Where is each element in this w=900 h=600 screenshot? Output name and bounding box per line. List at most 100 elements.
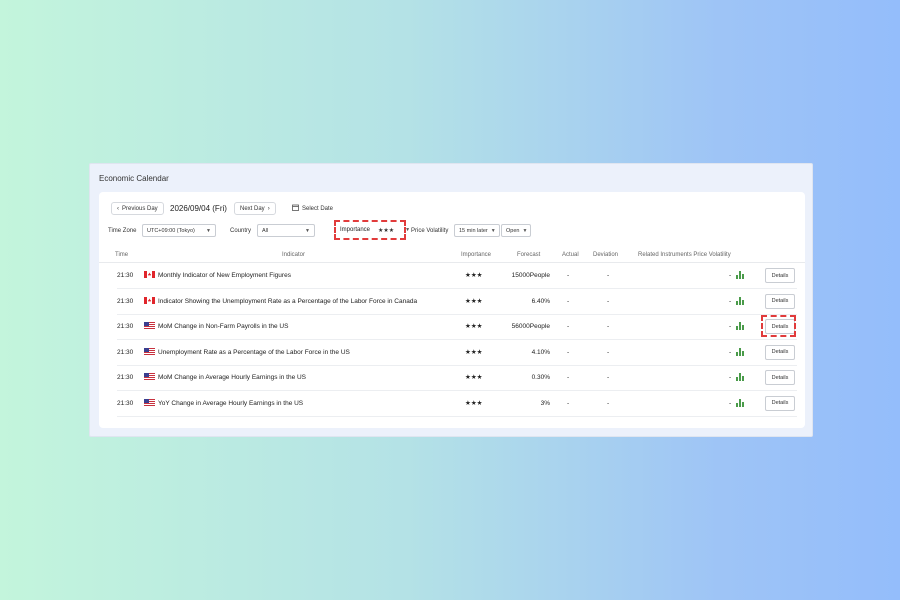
- header-time: Time: [115, 252, 129, 258]
- indicator-name[interactable]: MoM Change in Average Hourly Earnings in…: [158, 374, 306, 381]
- header-importance: Importance: [461, 252, 492, 258]
- header-related: Related Instruments Price Volatility: [638, 252, 731, 258]
- previous-day-button[interactable]: ‹ Previous Day: [111, 202, 164, 215]
- economic-calendar-panel: Economic Calendar ‹ Previous Day 2026/09…: [89, 163, 813, 437]
- header-indicator: Indicator: [282, 252, 306, 258]
- row-time: 21:30: [117, 272, 134, 279]
- details-highlight: [761, 315, 796, 337]
- row-deviation: -: [607, 323, 610, 330]
- header-deviation: Deviation: [593, 252, 619, 258]
- row-time: 21:30: [117, 374, 134, 381]
- bar-chart-icon[interactable]: [736, 270, 744, 279]
- country-label: Country: [230, 228, 252, 234]
- row-deviation: -: [607, 272, 610, 279]
- bar-chart-icon[interactable]: [736, 372, 744, 381]
- flag-us-icon: [144, 398, 155, 406]
- timezone-label: Time Zone: [108, 228, 137, 234]
- row-volatility: -: [729, 399, 732, 407]
- row-importance-stars: ★★★: [465, 297, 483, 305]
- details-button[interactable]: Details: [765, 395, 795, 411]
- details-button[interactable]: Details: [765, 293, 795, 309]
- row-volatility: -: [729, 348, 732, 356]
- indicator-name[interactable]: Indicator Showing the Unemployment Rate …: [158, 298, 417, 305]
- row-importance-stars: ★★★: [465, 348, 483, 356]
- row-actual: -: [567, 297, 570, 305]
- table-header: Time Indicator Importance Forecast Actua…: [99, 247, 805, 263]
- next-day-button[interactable]: Next Day ›: [234, 202, 276, 215]
- row-deviation: -: [607, 374, 610, 381]
- row-time: 21:30: [117, 348, 134, 356]
- row-forecast: 15000People: [511, 272, 550, 279]
- bar-chart-icon[interactable]: [736, 398, 744, 407]
- table-row: 21:30 YoY Change in Average Hourly Earni…: [117, 391, 797, 417]
- importance-filter[interactable]: Importance ★★★ ▼: [334, 220, 410, 240]
- row-volatility: -: [729, 374, 732, 381]
- volatility-label: Price Volatility: [411, 228, 449, 234]
- row-importance-stars: ★★★: [465, 399, 483, 407]
- calendar-card: ‹ Previous Day 2026/09/04 (Fri) Next Day…: [99, 192, 805, 428]
- table-row: 21:30 MoM Change in Average Hourly Earni…: [117, 365, 797, 391]
- row-forecast: 3%: [540, 399, 550, 407]
- table-row: 21:30 MoM Change in Non-Farm Payrolls in…: [117, 314, 797, 340]
- details-button[interactable]: Details: [765, 370, 795, 385]
- panel-title: Economic Calendar: [99, 174, 169, 183]
- row-indicator: MoM Change in Average Hourly Earnings in…: [144, 373, 306, 381]
- row-volatility: -: [729, 272, 732, 279]
- flag-us-icon: [144, 373, 155, 380]
- header-actual: Actual: [562, 252, 579, 258]
- row-forecast: 4.10%: [531, 348, 550, 356]
- bar-chart-icon[interactable]: [736, 347, 744, 356]
- flag-canada-icon: [144, 271, 155, 278]
- row-actual: -: [567, 374, 570, 381]
- indicator-name[interactable]: MoM Change in Non-Farm Payrolls in the U…: [158, 323, 288, 330]
- calendar-icon: [292, 204, 299, 213]
- indicator-name[interactable]: Monthly Indicator of New Employment Figu…: [158, 272, 291, 279]
- row-time: 21:30: [117, 297, 134, 305]
- row-importance-stars: ★★★: [465, 374, 483, 381]
- chevron-left-icon: ‹: [117, 205, 119, 212]
- details-button[interactable]: Details: [765, 344, 795, 360]
- flag-us-icon: [144, 347, 155, 355]
- row-indicator: MoM Change in Non-Farm Payrolls in the U…: [144, 322, 288, 330]
- volatility-window-select[interactable]: 15 min later ▼: [454, 224, 500, 237]
- row-importance-stars: ★★★: [465, 323, 483, 330]
- timezone-select[interactable]: UTC+09:00 (Tokyo) ▼: [142, 224, 216, 237]
- table-row: 21:30 Unemployment Rate as a Percentage …: [117, 340, 797, 366]
- row-deviation: -: [607, 297, 610, 305]
- row-forecast: 0.30%: [531, 374, 550, 381]
- row-deviation: -: [607, 399, 610, 407]
- table-row: 21:30 Indicator Showing the Unemployment…: [117, 289, 797, 315]
- table-row: 21:30 Monthly Indicator of New Employmen…: [117, 263, 797, 289]
- row-actual: -: [567, 272, 570, 279]
- chevron-down-icon: ▼: [206, 227, 211, 234]
- country-select[interactable]: All ▼: [257, 224, 315, 237]
- row-volatility: -: [729, 297, 732, 305]
- chevron-right-icon: ›: [267, 205, 270, 212]
- importance-stars: ★★★: [378, 227, 395, 234]
- indicator-name[interactable]: Unemployment Rate as a Percentage of the…: [158, 349, 350, 356]
- chevron-down-icon: ▼: [522, 227, 528, 234]
- header-forecast: Forecast: [517, 252, 541, 258]
- row-importance-stars: ★★★: [465, 272, 483, 279]
- indicator-name[interactable]: YoY Change in Average Hourly Earnings in…: [158, 400, 303, 407]
- flag-canada-icon: [144, 296, 155, 304]
- select-date-button[interactable]: Select Date: [287, 202, 339, 215]
- row-actual: -: [567, 323, 570, 330]
- current-date: 2026/09/04 (Fri): [170, 204, 227, 213]
- chevron-down-icon: ▼: [490, 227, 496, 234]
- chevron-down-icon: ▼: [405, 227, 411, 233]
- row-actual: -: [567, 399, 570, 407]
- bar-chart-icon[interactable]: [736, 321, 744, 330]
- row-forecast: 6.40%: [531, 297, 550, 305]
- row-indicator: YoY Change in Average Hourly Earnings in…: [144, 398, 303, 407]
- row-actual: -: [567, 348, 570, 356]
- row-time: 21:30: [117, 323, 134, 330]
- bar-chart-icon[interactable]: [736, 296, 744, 305]
- row-indicator: Monthly Indicator of New Employment Figu…: [144, 271, 291, 279]
- row-time: 21:30: [117, 399, 134, 407]
- row-indicator: Indicator Showing the Unemployment Rate …: [144, 296, 417, 305]
- details-button[interactable]: Details: [765, 268, 795, 283]
- row-deviation: -: [607, 348, 610, 356]
- volatility-price-select[interactable]: Open ▼: [501, 224, 531, 237]
- row-forecast: 56000People: [511, 323, 550, 330]
